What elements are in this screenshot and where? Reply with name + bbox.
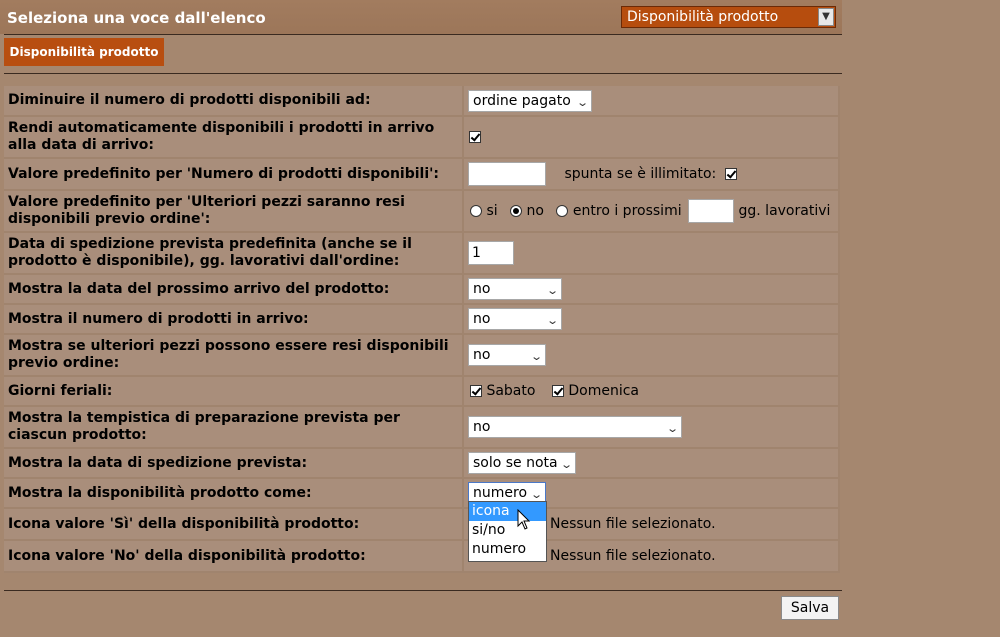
- incoming-count-select[interactable]: no ⌄: [468, 308, 562, 330]
- row-label: Mostra la data di spedizione prevista:: [4, 448, 463, 478]
- row-label: Icona valore 'Sì' della disponibilità pr…: [4, 508, 463, 540]
- row-label: Mostra il numero di prodotti in arrivo:: [4, 304, 463, 334]
- row-label: Mostra la tempistica di preparazione pre…: [4, 406, 463, 448]
- footer-divider: [4, 590, 842, 591]
- dropdown-option-si-no[interactable]: si/no: [469, 521, 546, 540]
- row-label: Mostra la data del prossimo arrivo del p…: [4, 274, 463, 304]
- section-select-value: Disponibilità prodotto: [627, 9, 778, 25]
- dropdown-option-icona[interactable]: icona: [469, 502, 546, 521]
- chevron-down-icon: ⌄: [530, 347, 543, 367]
- chevron-down-icon: ⌄: [560, 455, 573, 475]
- decrease-select[interactable]: ordine pagato ⌄: [468, 90, 592, 112]
- availability-dropdown-list: icona si/no numero: [468, 501, 547, 562]
- section-select[interactable]: Disponibilità prodotto ▼: [621, 6, 836, 28]
- chevron-down-icon: ⌄: [666, 419, 679, 439]
- chevron-down-icon: ⌄: [546, 281, 559, 301]
- radio-si[interactable]: [470, 205, 482, 217]
- show-ship-date-select[interactable]: solo se nota ⌄: [468, 452, 576, 474]
- row-show-ship-date: Mostra la data di spedizione prevista: s…: [4, 448, 839, 478]
- unlimited-label: spunta se è illimitato:: [564, 166, 716, 182]
- file-status: Nessun file selezionato.: [550, 548, 716, 564]
- sunday-label: Domenica: [568, 383, 639, 399]
- select-value: ordine pagato: [473, 93, 571, 109]
- file-status: Nessun file selezionato.: [550, 516, 716, 532]
- prep-time-select[interactable]: no ⌄: [468, 416, 682, 438]
- ship-days-input[interactable]: 1: [468, 241, 514, 265]
- row-decrease: Diminuire il numero di prodotti disponib…: [4, 86, 839, 116]
- radio-within-label: entro i prossimi: [573, 203, 682, 219]
- header-bar: Seleziona una voce dall'elenco Disponibi…: [0, 0, 842, 34]
- radio-si-label: si: [486, 203, 497, 219]
- row-label: Mostra la disponibilità prodotto come:: [4, 478, 463, 508]
- saturday-label: Sabato: [486, 383, 535, 399]
- save-button[interactable]: Salva: [781, 596, 839, 620]
- row-prep-time: Mostra la tempistica di preparazione pre…: [4, 406, 839, 448]
- dropdown-option-numero[interactable]: numero: [469, 540, 546, 559]
- row-availability-as: Mostra la disponibilità prodotto come: n…: [4, 478, 839, 508]
- row-icon-no: Icona valore 'No' della disponibilità pr…: [4, 540, 839, 572]
- select-value: no: [473, 419, 490, 435]
- row-label: Diminuire il numero di prodotti disponib…: [4, 86, 463, 116]
- row-label: Rendi automaticamente disponibili i prod…: [4, 116, 463, 158]
- row-next-arrival: Mostra la data del prossimo arrivo del p…: [4, 274, 839, 304]
- radio-no-label: no: [527, 203, 544, 219]
- radio-within[interactable]: [556, 205, 568, 217]
- chevron-down-icon: ⌄: [576, 93, 589, 113]
- default-qty-input[interactable]: [468, 162, 546, 186]
- days-input[interactable]: [688, 199, 734, 223]
- sunday-checkbox[interactable]: [552, 385, 564, 397]
- tab-divider: [4, 73, 842, 74]
- unlimited-checkbox[interactable]: [725, 168, 737, 180]
- extra-on-order-select[interactable]: no ⌄: [468, 344, 546, 366]
- page-title: Seleziona una voce dall'elenco: [7, 9, 266, 27]
- next-arrival-select[interactable]: no ⌄: [468, 278, 562, 300]
- select-value: no: [473, 281, 490, 297]
- tab-disponibilita-prodotto[interactable]: Disponibilità prodotto: [4, 38, 164, 66]
- row-workdays: Giorni feriali: Sabato Domenica: [4, 376, 839, 406]
- row-auto-available: Rendi automaticamente disponibili i prod…: [4, 116, 839, 158]
- header-divider: [4, 34, 842, 35]
- row-label: Data di spedizione prevista predefinita …: [4, 232, 463, 274]
- select-value: no: [473, 347, 490, 363]
- radio-no[interactable]: [510, 205, 522, 217]
- row-label: Valore predefinito per 'Ulteriori pezzi …: [4, 190, 463, 232]
- row-label: Icona valore 'No' della disponibilità pr…: [4, 540, 463, 572]
- chevron-down-icon: ⌄: [546, 311, 559, 331]
- row-icon-yes: Icona valore 'Sì' della disponibilità pr…: [4, 508, 839, 540]
- row-incoming-count: Mostra il numero di prodotti in arrivo: …: [4, 304, 839, 334]
- row-label: Mostra se ulteriori pezzi possono essere…: [4, 334, 463, 376]
- auto-available-checkbox[interactable]: [469, 131, 481, 143]
- select-value: no: [473, 311, 490, 327]
- select-value: solo se nota: [473, 455, 558, 471]
- settings-form: Diminuire il numero di prodotti disponib…: [4, 86, 840, 573]
- saturday-checkbox[interactable]: [470, 385, 482, 397]
- days-suffix: gg. lavorativi: [739, 203, 831, 219]
- row-extra-pieces: Valore predefinito per 'Ulteriori pezzi …: [4, 190, 839, 232]
- row-label: Valore predefinito per 'Numero di prodot…: [4, 158, 463, 190]
- row-default-qty: Valore predefinito per 'Numero di prodot…: [4, 158, 839, 190]
- row-ship-date: Data di spedizione prevista predefinita …: [4, 232, 839, 274]
- row-extra-on-order: Mostra se ulteriori pezzi possono essere…: [4, 334, 839, 376]
- chevron-down-icon[interactable]: ▼: [818, 8, 834, 26]
- mouse-pointer-icon: [517, 509, 531, 531]
- select-value: numero: [473, 485, 527, 501]
- row-label: Giorni feriali:: [4, 376, 463, 406]
